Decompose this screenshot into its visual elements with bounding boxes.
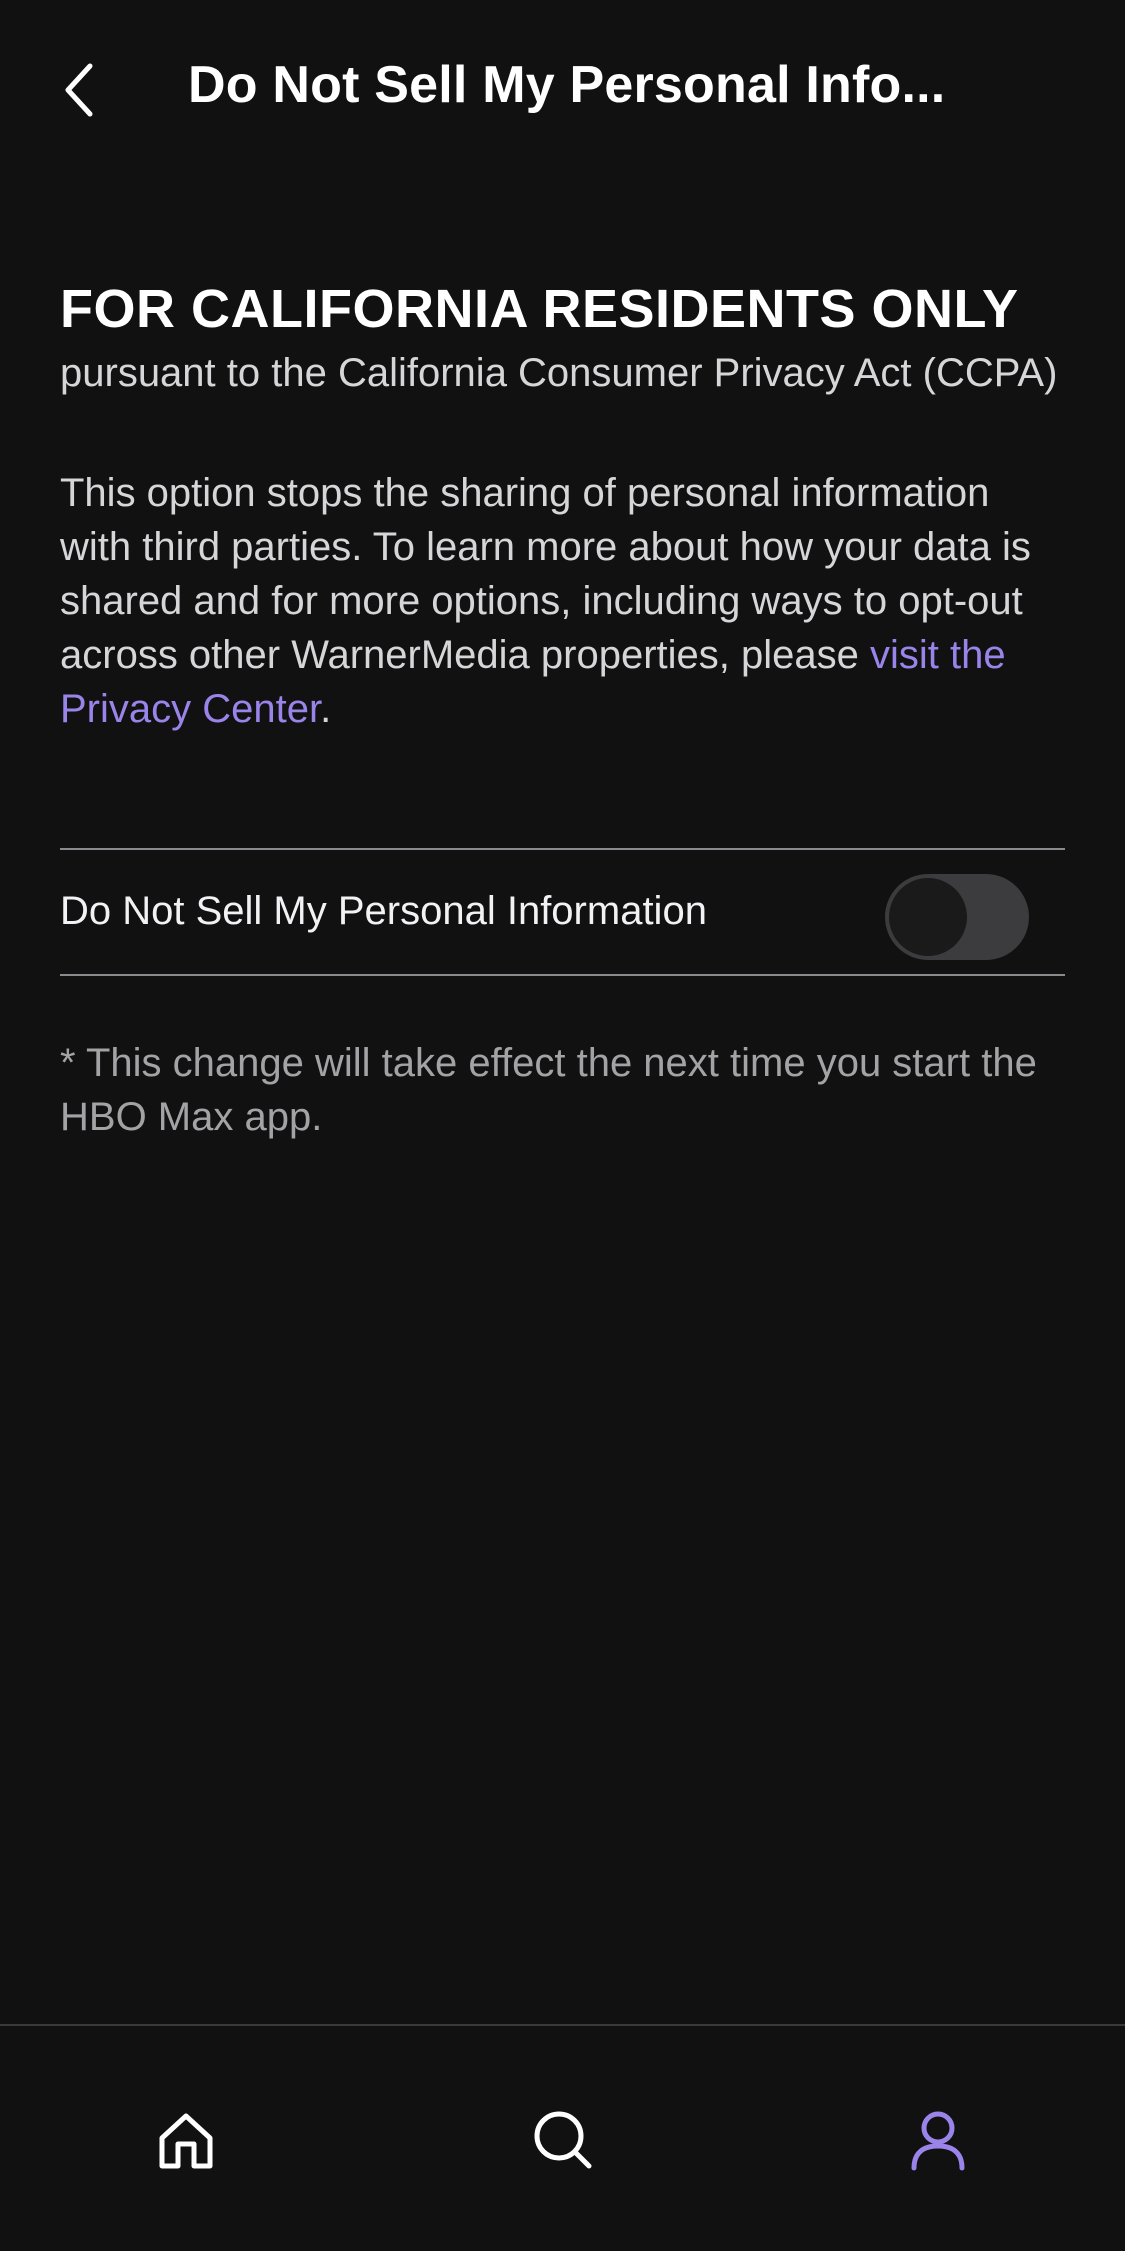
nav-home-button[interactable] [138,2092,234,2188]
nav-search-button[interactable] [515,2092,611,2188]
do-not-sell-toggle[interactable] [885,874,1029,960]
do-not-sell-label: Do Not Sell My Personal Information [60,889,707,933]
search-icon [534,2111,592,2169]
description-text: This option stops the sharing of persona… [60,466,1065,736]
ccpa-subheading: pursuant to the California Consumer Priv… [60,351,1058,395]
chevron-left-icon [65,63,93,117]
toggle-knob [889,878,967,956]
back-button[interactable] [50,52,110,128]
nav-profile-button[interactable] [890,2092,986,2188]
residents-heading: FOR CALIFORNIA RESIDENTS ONLY [60,279,1019,339]
footnote-text: * This change will take effect the next … [60,1041,1037,1139]
description-end: . [320,687,332,731]
bottom-navigation [0,2024,1125,2251]
main-content: FOR CALIFORNIA RESIDENTS ONLY pursuant t… [60,276,1065,736]
page-title: Do Not Sell My Personal Info... [188,56,946,114]
home-icon [159,2113,213,2169]
profile-icon [911,2111,965,2171]
do-not-sell-row: Do Not Sell My Personal Information [60,848,1065,976]
app-header: Do Not Sell My Personal Info... [0,0,1125,180]
